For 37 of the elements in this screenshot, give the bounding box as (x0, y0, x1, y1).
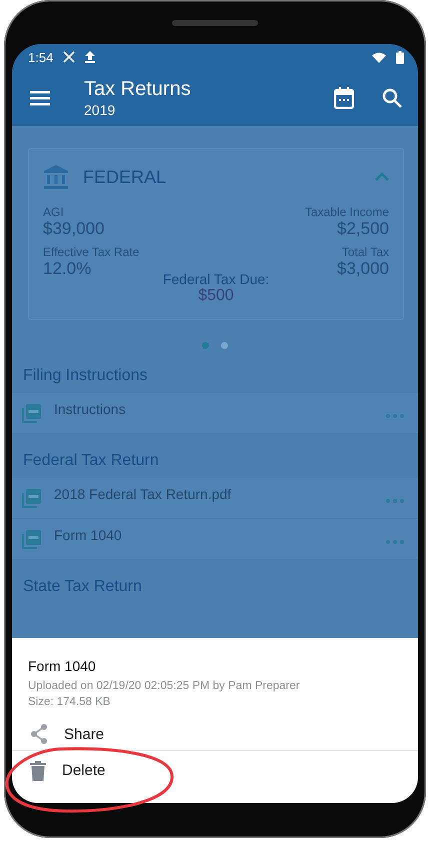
stat-value: $3,000 (337, 259, 389, 279)
sheet-title: Form 1040 (27, 658, 97, 674)
pdf-file-icon (22, 403, 42, 423)
file-row[interactable]: Form 1040 (12, 519, 418, 560)
stat-value: $2,500 (337, 219, 389, 239)
chevron-up-icon[interactable] (375, 172, 389, 181)
pager-dot[interactable] (202, 342, 209, 349)
pdf-file-icon (22, 529, 42, 549)
due-amount: $500 (198, 287, 234, 305)
bank-icon (43, 164, 69, 190)
status-time: 1:54 (28, 50, 54, 64)
search-icon[interactable] (382, 88, 402, 108)
upload-info: Uploaded on 02/19/20 02:05:25 PM by Pam Preparer (27, 680, 301, 692)
app-subtitle: 2019 (84, 100, 116, 118)
file-name: Form 1040 (54, 527, 123, 543)
more-icon[interactable] (386, 499, 404, 503)
file-row[interactable]: 2018 Federal Tax Return.pdf (12, 478, 418, 519)
calendar-icon[interactable] (334, 86, 354, 108)
trash-icon (30, 760, 46, 780)
more-icon[interactable] (386, 540, 404, 544)
share-icon (30, 724, 48, 744)
menu-icon[interactable] (30, 90, 50, 106)
wifi-icon (372, 52, 386, 62)
battery-icon (396, 50, 404, 64)
file-name: 2018 Federal Tax Return.pdf (54, 486, 232, 502)
upload-icon (85, 51, 96, 63)
app-title: Tax Returns (84, 76, 192, 100)
file-size: Size: 174.58 KB (27, 696, 112, 708)
crossed-arrows-icon (63, 51, 76, 63)
stat-value: $39,000 (43, 219, 106, 239)
delete-button[interactable]: Delete (12, 750, 418, 790)
pager-dot[interactable] (221, 342, 228, 349)
pdf-file-icon (22, 488, 42, 508)
file-row[interactable]: Instructions (12, 393, 418, 434)
more-icon[interactable] (386, 414, 404, 418)
file-name: Instructions (54, 401, 127, 417)
share-button[interactable]: Share (12, 718, 418, 750)
